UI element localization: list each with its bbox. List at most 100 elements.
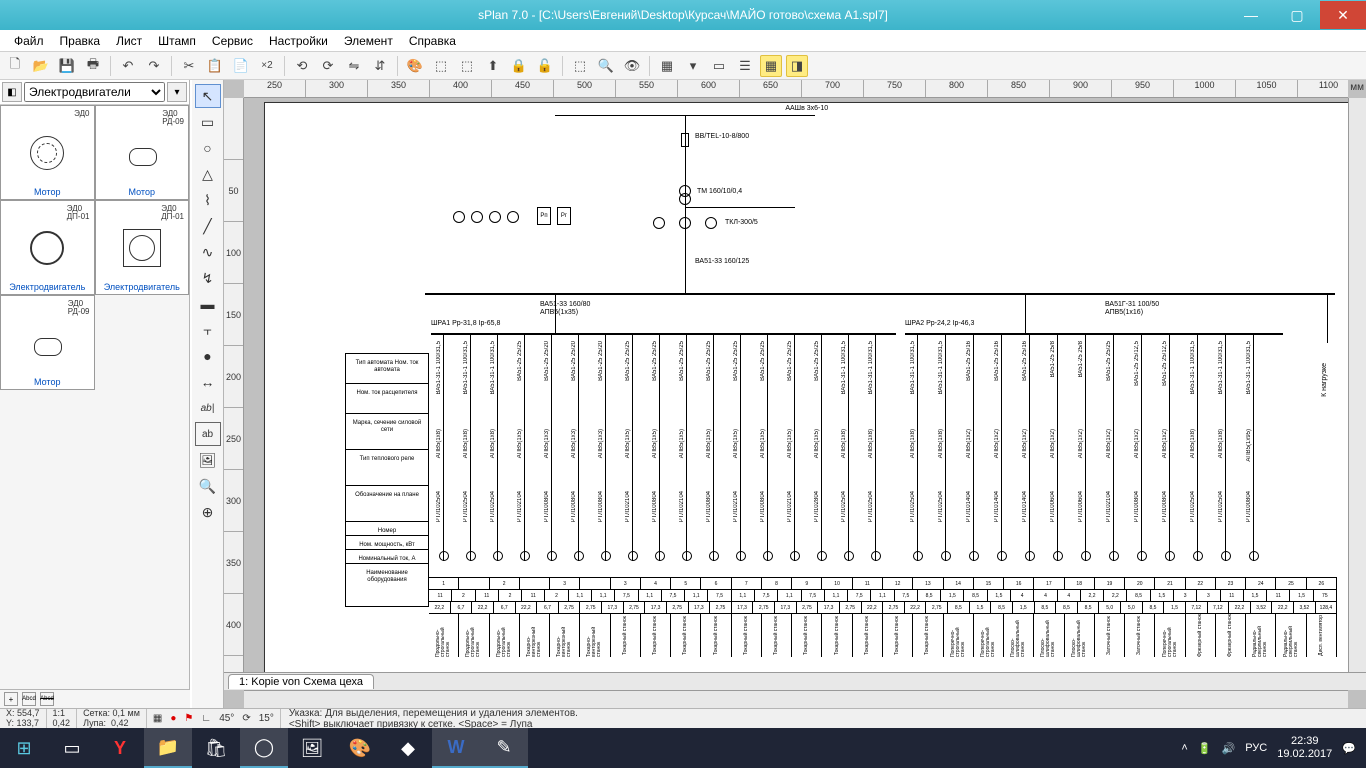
line-tool-icon[interactable]: ╱ [195, 214, 221, 238]
snap-icon[interactable]: ▾ [682, 55, 704, 77]
lock-icon[interactable]: 🔒 [508, 55, 530, 77]
wire-tool-icon[interactable]: ↯ [195, 266, 221, 290]
grid-icon[interactable]: ▦ [656, 55, 678, 77]
symbol-motor-4[interactable]: ЭД0ДП-01 Электродвигатель [95, 200, 190, 295]
rect-tool-icon[interactable]: ▭ [195, 110, 221, 134]
angle-icon[interactable]: ∟ [201, 713, 211, 724]
app1-icon[interactable]: 🖼 [288, 728, 336, 768]
bezier-tool-icon[interactable]: ∿ [195, 240, 221, 264]
zoom-tool-icon[interactable]: 🔍 [195, 474, 221, 498]
menu-element[interactable]: Элемент [336, 32, 401, 50]
grid-toggle-icon[interactable]: ▦ [153, 713, 162, 724]
yandex-icon[interactable]: Y [96, 728, 144, 768]
binoculars-icon[interactable]: 👁 [621, 55, 643, 77]
cut-icon[interactable]: ✂ [178, 55, 200, 77]
textbox-tool-icon[interactable]: ab [195, 422, 221, 446]
new-icon[interactable]: 🗋 [4, 55, 26, 77]
flip-v-icon[interactable]: ⇵ [369, 55, 391, 77]
menu-options[interactable]: Настройки [261, 32, 336, 50]
menu-file[interactable]: Файл [6, 32, 52, 50]
redo-icon[interactable]: ↷ [143, 55, 165, 77]
show-icon[interactable]: ▦ [760, 55, 782, 77]
maximize-button[interactable]: ▢ [1274, 1, 1320, 29]
word-icon[interactable]: W [432, 728, 480, 768]
splan-icon[interactable]: ✎ [480, 728, 528, 768]
pointer-tool-icon[interactable]: ↖ [195, 84, 221, 108]
app2-icon[interactable]: ◆ [384, 728, 432, 768]
menu-help[interactable]: Справка [401, 32, 464, 50]
unlock-icon[interactable]: 🔓 [534, 55, 556, 77]
close-button[interactable]: ✕ [1320, 1, 1366, 29]
measure-tool-icon[interactable]: ⊕ [195, 500, 221, 524]
find-icon[interactable]: 🔍 [595, 55, 617, 77]
symbol-motor-3[interactable]: ЭД0ДП-01 Электродвигатель [0, 200, 95, 295]
flag-icon[interactable]: ⚑ [184, 713, 193, 724]
tray-lang[interactable]: РУС [1245, 742, 1267, 754]
snap-toggle-icon[interactable]: ● [170, 713, 176, 724]
zoom-select-icon[interactable]: ⬚ [569, 55, 591, 77]
menu-service[interactable]: Сервис [204, 32, 261, 50]
store-icon[interactable]: 🛍 [192, 728, 240, 768]
save-icon[interactable]: 💾 [56, 55, 78, 77]
taskview-icon[interactable]: ▭ [48, 728, 96, 768]
explorer-icon[interactable]: 📁 [144, 728, 192, 768]
paste-icon[interactable]: 📄 [230, 55, 252, 77]
rotate-left-icon[interactable]: ⟲ [291, 55, 313, 77]
symbol-motor-1[interactable]: ЭД0 Мотор [0, 105, 95, 200]
chrome-icon[interactable]: ◯ [240, 728, 288, 768]
vertical-scrollbar[interactable] [1348, 98, 1366, 672]
canvas[interactable]: ААШв 3x6-10 BB/TEL-10-8/800 ТМ 160/10/0,… [244, 98, 1348, 672]
horizontal-scrollbar[interactable] [244, 690, 1348, 708]
align-icon[interactable]: ☰ [734, 55, 756, 77]
undo-icon[interactable]: ↶ [117, 55, 139, 77]
notifications-icon[interactable]: 💬 [1342, 742, 1356, 755]
circle-tool-icon[interactable]: ○ [195, 136, 221, 160]
drawing-page[interactable]: ААШв 3x6-10 BB/TEL-10-8/800 ТМ 160/10/0,… [264, 102, 1348, 672]
rotate-right-icon[interactable]: ⟳ [317, 55, 339, 77]
library-settings-icon[interactable]: ▾ [167, 82, 187, 102]
frame-icon[interactable]: ▭ [708, 55, 730, 77]
start-button[interactable]: ⊞ [0, 728, 48, 768]
print-icon[interactable]: 🖶 [82, 55, 104, 77]
bus-tool-icon[interactable]: ▬ [195, 292, 221, 316]
rotate-icon[interactable]: ⟳ [242, 713, 250, 724]
status-grid: Сетка: 0,1 ммЛупа: 0,42 [77, 709, 147, 728]
legend-column: Тип автомата Ном. ток автоматаНом. ток р… [345, 353, 429, 607]
symbol-empty [95, 295, 190, 390]
menu-edit[interactable]: Правка [52, 32, 109, 50]
library-select[interactable]: Электродвигатели [24, 82, 165, 102]
paint-icon[interactable]: 🎨 [336, 728, 384, 768]
polygon-tool-icon[interactable]: △ [195, 162, 221, 186]
symbol-motor-5[interactable]: ЭД0РД-09 Мотор [0, 295, 95, 390]
minimize-button[interactable]: ― [1228, 1, 1274, 29]
dimension-tool-icon[interactable]: ↔ [195, 370, 221, 394]
tray-clock[interactable]: 22:3919.02.2017 [1277, 735, 1332, 761]
sheet-tab-1[interactable]: 1: Kopie von Схема цеха [228, 674, 374, 689]
group-icon[interactable]: ⬚ [430, 55, 452, 77]
duplicate-icon[interactable]: ×2 [256, 55, 278, 77]
origin-icon[interactable]: + [4, 692, 18, 706]
abcd-icon[interactable]: Abcd [22, 692, 36, 706]
library-panel: ◧ Электродвигатели ▾ ЭД0 Мотор ЭД0РД-09 … [0, 80, 190, 728]
junction-tool-icon[interactable]: ⫟ [195, 318, 221, 342]
flip-h-icon[interactable]: ⇋ [343, 55, 365, 77]
symbol-motor-2[interactable]: ЭД0РД-09 Мотор [95, 105, 190, 200]
color-icon[interactable]: 🎨 [404, 55, 426, 77]
library-options-icon[interactable]: ◧ [2, 82, 22, 102]
menu-sheet[interactable]: Лист [108, 32, 150, 50]
tray-volume-icon[interactable]: 🔊 [1222, 742, 1236, 755]
abcd2-icon[interactable]: Abcd [40, 692, 54, 706]
ungroup-icon[interactable]: ⬚ [456, 55, 478, 77]
highlight-icon[interactable]: ◨ [786, 55, 808, 77]
text-tool-icon[interactable]: ab| [195, 396, 221, 420]
tray-up-icon[interactable]: ˄ [1181, 742, 1187, 754]
menu-stamp[interactable]: Штамп [150, 32, 204, 50]
front-icon[interactable]: ⬆ [482, 55, 504, 77]
copy-icon[interactable]: 📋 [204, 55, 226, 77]
tray-battery-icon[interactable]: 🔋 [1198, 742, 1212, 755]
motor-icon [22, 223, 72, 273]
special-tool-icon[interactable]: ⌇ [195, 188, 221, 212]
image-tool-icon[interactable]: 🖼 [195, 448, 221, 472]
node-tool-icon[interactable]: ● [195, 344, 221, 368]
open-icon[interactable]: 📂 [30, 55, 52, 77]
